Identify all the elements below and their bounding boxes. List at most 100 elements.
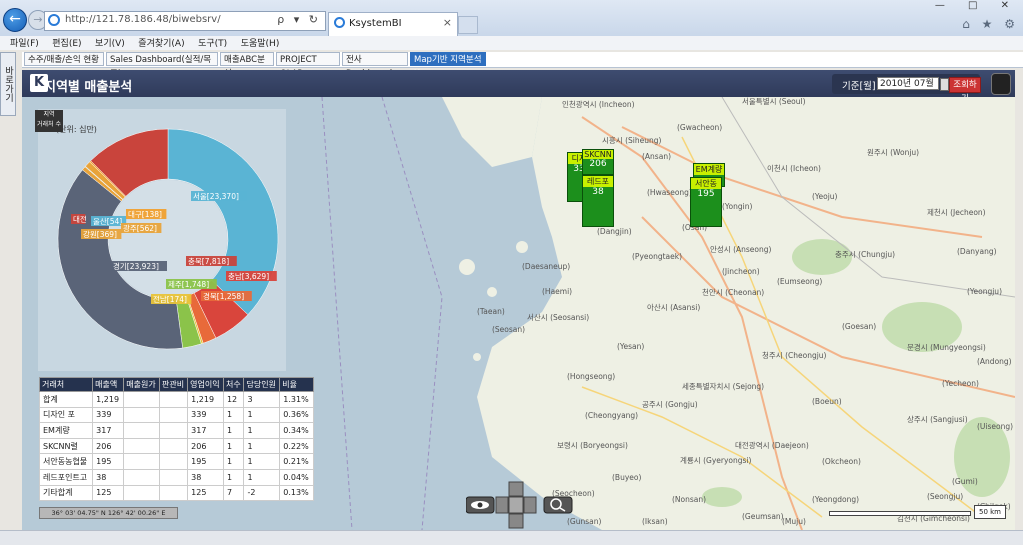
back-button[interactable]: ← (3, 8, 27, 32)
coordinate-readout: 36° 03' 04.75" N 126° 42' 00.26" E (39, 507, 178, 519)
city-label: (Seongju) (927, 492, 964, 501)
map-marker[interactable]: SKCNN 206 (582, 149, 614, 175)
svg-text:강원[369]: 강원[369] (83, 229, 117, 239)
city-label: (Jincheon) (722, 267, 760, 276)
toolbar-icons[interactable]: ⌂ ★ ⚙ (962, 17, 1019, 31)
table-row[interactable]: 기타합계 125 125 7 -2 0.13% (38, 484, 314, 502)
map-view[interactable]: 인천광역시 (Incheon) 서울특별시 (Seoul) (Gwacheon)… (22, 97, 1015, 530)
map-marker[interactable]: 레드포 38 (582, 175, 614, 227)
table-cell: 1 (222, 437, 245, 455)
tab-map-region[interactable]: Map기반 지역분석 X (410, 52, 486, 79)
city-label: 충주시 (Chungju) (835, 250, 896, 259)
table-row[interactable]: SKCNN렬 206 206 1 1 0.22% (38, 437, 314, 455)
map-navigation-control[interactable] (466, 480, 574, 530)
table-cell (159, 437, 189, 455)
menu-favorites[interactable]: 즐겨찾기(A) (138, 37, 184, 51)
tab-abc-analysis[interactable]: 매출ABC분석 (220, 52, 274, 79)
table-cell: 12 (222, 391, 245, 408)
map-marker[interactable]: 서안동 195 (690, 177, 722, 227)
column-header[interactable]: 비율 (279, 377, 314, 392)
table-row[interactable]: 디자인 포 339 339 1 1 0.36% (38, 406, 314, 424)
pie-label-5: 경기[23,923] (111, 261, 167, 271)
menu-edit[interactable]: 편집(E) (52, 37, 81, 51)
side-shortcut-tab[interactable]: 바로가기 (0, 52, 16, 116)
address-controls-icon[interactable]: ρ ▾ ↻ (277, 13, 321, 26)
city-label: (Yeoju) (812, 192, 838, 201)
column-header[interactable]: 영업이익 (187, 377, 224, 392)
table-cell: 1 (243, 453, 281, 470)
pie-label-2: 경북[1,258] (201, 291, 252, 301)
city-label: (Yesan) (617, 342, 645, 351)
city-label: (Ansan) (642, 152, 671, 161)
column-header[interactable]: 매출액 (92, 377, 125, 392)
city-label: 대전광역시 (Daejeon) (735, 441, 809, 450)
table-row[interactable]: 서안동농협물 195 195 1 1 0.21% (38, 453, 314, 470)
city-label: 계룡시 (Gyeryongsi) (680, 456, 752, 465)
table-row[interactable]: 레드포인트고 38 38 1 1 0.04% (38, 468, 314, 486)
table-cell: 1 (222, 453, 245, 470)
city-label: (Pyeongtaek) (632, 252, 683, 261)
new-tab-button[interactable] (458, 16, 478, 34)
column-header[interactable]: 거래처 (38, 377, 94, 392)
column-header[interactable]: 판관비 (159, 377, 189, 392)
table-cell: 0.22% (279, 437, 314, 455)
table-cell: 1 (222, 468, 245, 486)
pie-label-10: 대구[138] (126, 209, 167, 219)
svg-text:서울[23,370]: 서울[23,370] (193, 192, 239, 201)
table-row[interactable]: 합계 1,219 1,219 12 3 1.31% (38, 391, 314, 408)
table-cell (123, 453, 161, 470)
pan-right-button (523, 496, 537, 514)
city-label: (Boeun) (812, 397, 842, 406)
pie-label-0: 서울[23,370] (191, 191, 247, 201)
pie-label-7: 대전 (71, 214, 87, 224)
svg-text:경기[23,923]: 경기[23,923] (113, 261, 159, 271)
column-header[interactable]: 매출원가 (123, 377, 161, 392)
region-pie-chart[interactable]: 서울[23,370] 충남[3,629] 경북[1,258] 전남[174] 제주[1,… (38, 109, 286, 371)
city-label: (Yeongju) (967, 287, 1002, 296)
table-row[interactable]: EM계량 317 317 1 1 0.34% (38, 422, 314, 439)
address-url[interactable]: http://121.78.186.48/biwebsrv/ (65, 14, 221, 25)
city-label: 서울특별시 (Seoul) (742, 97, 806, 106)
tab-company-dashboard[interactable]: 전사 Dashboard (342, 52, 408, 79)
tab-order-sales[interactable]: 수주/매출/손익 현황 (24, 52, 104, 66)
tab-close-icon[interactable]: × (443, 16, 452, 29)
address-bar[interactable]: http://121.78.186.48/biwebsrv/ ρ ▾ ↻ (44, 11, 326, 31)
menu-view[interactable]: 보기(V) (95, 37, 125, 51)
browser-chrome: ← → http://121.78.186.48/biwebsrv/ ρ ▾ ↻… (0, 0, 1023, 37)
marker-name: 서안동 (691, 178, 721, 189)
city-label: (Iksan) (642, 517, 668, 526)
table-cell: 1 (243, 468, 281, 486)
tab-project-olap[interactable]: PROJECT OLAP (276, 52, 340, 79)
table-cell: 1,219 (187, 391, 224, 408)
city-label: (Goesan) (842, 322, 877, 331)
svg-text:충남[3,629]: 충남[3,629] (228, 272, 269, 281)
marker-name: EM계량 (694, 164, 724, 175)
table-cell: 서안동농협물 (38, 453, 94, 470)
pie-label-1: 충남[3,629] (226, 271, 277, 281)
table-header-row: 거래처 매출액 매출원가 판관비 영업이익 처수 담당인원 비율 (38, 377, 314, 392)
city-label: 천안시 (Cheonan) (702, 288, 765, 297)
column-header[interactable]: 처수 (222, 377, 245, 392)
menu-tools[interactable]: 도구(T) (198, 37, 227, 51)
city-label: 이천시 (Icheon) (767, 164, 821, 173)
svg-text:대전: 대전 (73, 214, 87, 224)
table-cell (159, 468, 189, 486)
table-cell: 38 (92, 468, 125, 486)
menu-file[interactable]: 파일(F) (10, 37, 39, 51)
print-icon[interactable] (991, 73, 1011, 95)
tooltip-line: 지역 (43, 111, 55, 118)
table-cell (123, 437, 161, 455)
window-controls[interactable]: — □ ✕ (935, 0, 1019, 11)
menu-help[interactable]: 도움말(H) (241, 37, 280, 51)
tab-sales-dashboard[interactable]: Sales Dashboard(실적/목표) (106, 52, 218, 79)
table-cell: 1 (243, 422, 281, 439)
query-button[interactable]: 조회하기 (949, 77, 981, 104)
column-header[interactable]: 담당인원 (243, 377, 281, 392)
city-label: 안성시 (Anseong) (710, 245, 772, 254)
table-cell (123, 468, 161, 486)
period-select[interactable]: 2010년 07월 (877, 77, 939, 90)
calendar-icon[interactable] (940, 78, 949, 91)
table-cell: 디자인 포 (38, 406, 94, 424)
customer-table: 거래처 매출액 매출원가 판관비 영업이익 처수 담당인원 비율 합계 1,219 1,219 12… (38, 377, 314, 502)
browser-tab[interactable]: KsystemBI × (328, 12, 458, 37)
